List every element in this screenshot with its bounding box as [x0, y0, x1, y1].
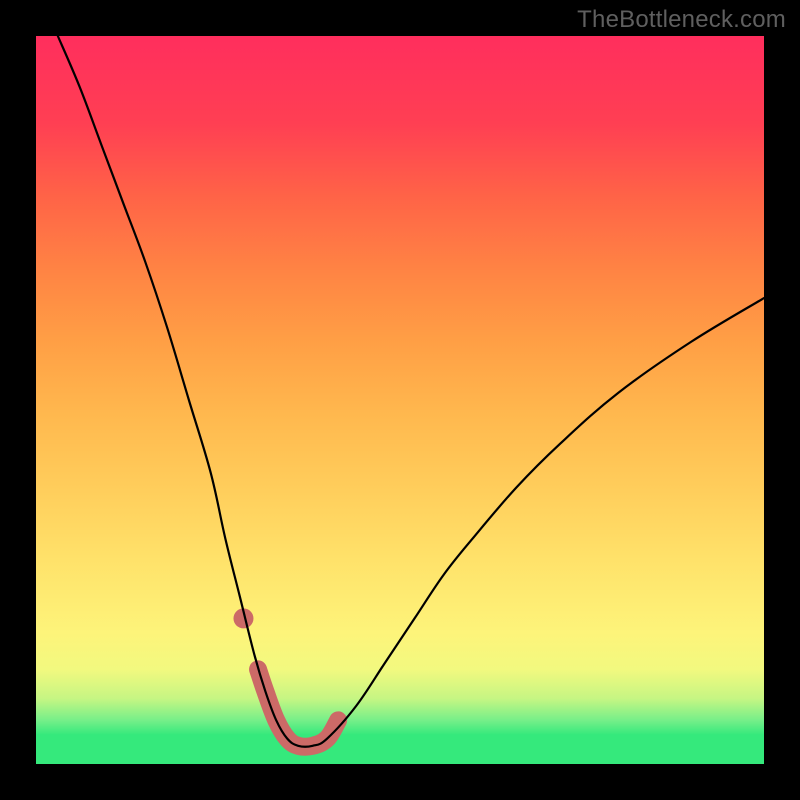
watermark-text: TheBottleneck.com	[577, 6, 786, 34]
highlight-path	[258, 669, 338, 746]
plot-area	[36, 36, 764, 764]
curve-path	[58, 36, 764, 747]
chart-frame: TheBottleneck.com	[0, 0, 800, 800]
chart-svg	[36, 36, 764, 764]
